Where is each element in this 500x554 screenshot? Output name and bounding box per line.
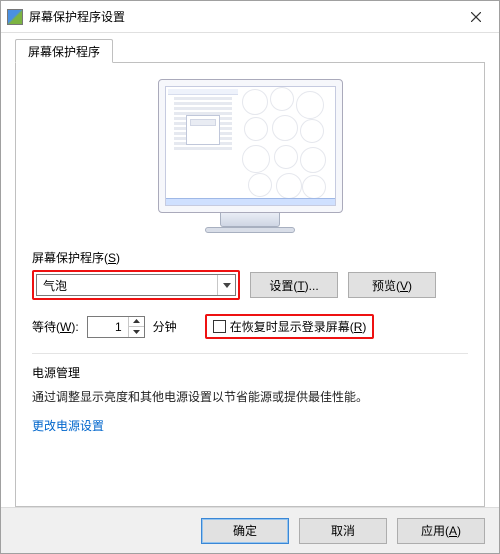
tab-label: 屏幕保护程序 (28, 43, 100, 60)
wait-spinner[interactable]: 1 (87, 316, 145, 338)
bubbles-preview (242, 87, 335, 205)
screensaver-row: 气泡 设置(T)... 预览(V) (32, 270, 468, 300)
screensaver-settings-window: 屏幕保护程序设置 屏幕保护程序 (0, 0, 500, 554)
chevron-down-icon (217, 275, 235, 295)
tabstrip: 屏幕保护程序 (15, 39, 485, 63)
spinner-down[interactable] (129, 327, 144, 337)
wait-value: 1 (88, 317, 128, 337)
preview-button[interactable]: 预览(V) (348, 272, 436, 298)
ok-button[interactable]: 确定 (201, 518, 289, 544)
preview-screen (165, 86, 336, 206)
resume-checkbox[interactable] (213, 320, 226, 333)
tab-screensaver[interactable]: 屏幕保护程序 (15, 39, 113, 63)
close-icon (471, 12, 481, 22)
wait-row: 等待(W): 1 分钟 在恢复时显示登录屏幕(R) (32, 314, 468, 339)
screensaver-dropdown[interactable]: 气泡 (36, 274, 236, 296)
resume-checkbox-label: 在恢复时显示登录屏幕(R) (230, 318, 367, 335)
client-area: 屏幕保护程序 (1, 33, 499, 507)
cancel-button[interactable]: 取消 (299, 518, 387, 544)
wait-label: 等待(W): (32, 318, 79, 335)
tab-body: 屏幕保护程序(S) 气泡 设置(T)... 预览(V) 等待(W): (15, 63, 485, 507)
power-section: 电源管理 通过调整显示亮度和其他电源设置以节省能源或提供最佳性能。 更改电源设置 (32, 364, 468, 434)
power-body: 通过调整显示亮度和其他电源设置以节省能源或提供最佳性能。 (32, 387, 468, 407)
monitor-preview (158, 79, 343, 233)
highlight-checkbox: 在恢复时显示登录屏幕(R) (205, 314, 375, 339)
dialog-footer: 确定 取消 应用(A) (1, 507, 499, 553)
divider (32, 353, 468, 354)
settings-button[interactable]: 设置(T)... (250, 272, 338, 298)
titlebar: 屏幕保护程序设置 (1, 1, 499, 33)
close-button[interactable] (453, 1, 499, 33)
dropdown-value: 气泡 (37, 277, 217, 294)
power-settings-link[interactable]: 更改电源设置 (32, 417, 104, 434)
power-title: 电源管理 (32, 364, 468, 381)
screensaver-label: 屏幕保护程序(S) (32, 249, 468, 266)
window-title: 屏幕保护程序设置 (29, 8, 453, 25)
highlight-dropdown: 气泡 (32, 270, 240, 300)
preview-monitor-area (32, 79, 468, 233)
apply-button[interactable]: 应用(A) (397, 518, 485, 544)
wait-unit: 分钟 (153, 318, 177, 335)
spinner-up[interactable] (129, 317, 144, 328)
app-icon (7, 9, 23, 25)
